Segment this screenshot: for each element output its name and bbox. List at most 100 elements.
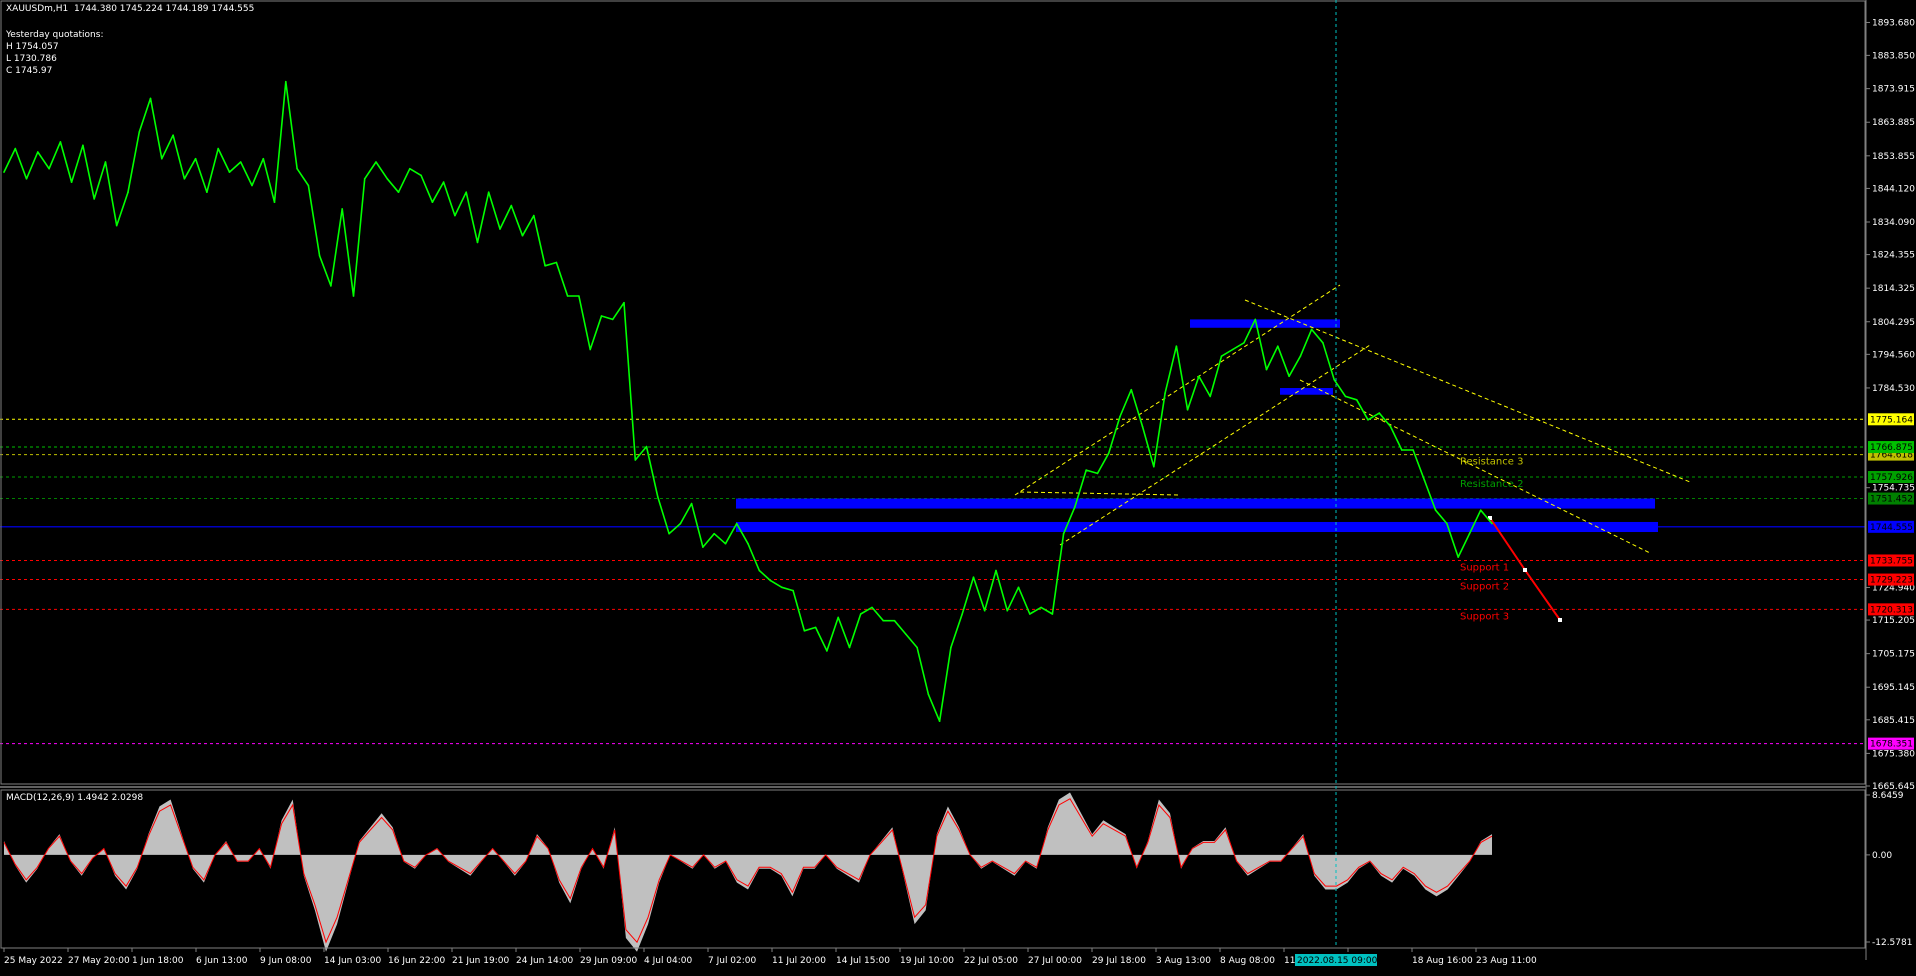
price-point [228, 171, 231, 173]
price-point [566, 295, 569, 297]
projection-point[interactable] [1558, 618, 1562, 622]
price-point [194, 157, 197, 160]
price-point [555, 261, 558, 264]
yesterday-low: L 1730.786 [6, 54, 57, 64]
price-point [1198, 375, 1200, 378]
price-point [1175, 345, 1178, 348]
price-point [442, 181, 445, 183]
price-point [1265, 368, 1268, 371]
level-price-tag-label: 1751.452 [1870, 495, 1913, 505]
price-point [318, 255, 321, 257]
price-point [487, 191, 490, 193]
level-price-tag-label: 1720.313 [1870, 605, 1913, 615]
level-price-tag-label: 1757.926 [1870, 473, 1913, 483]
yesterday-quotations-title: Yesterday quotations: [6, 30, 104, 40]
supply-demand-zone[interactable] [1190, 319, 1340, 328]
price-point [1389, 425, 1392, 428]
y-tick-label: 1685.415 [1872, 716, 1915, 726]
price-point [578, 295, 580, 297]
y-tick-label: 1675.380 [1872, 749, 1915, 759]
price-point [600, 315, 603, 317]
price-point [995, 569, 997, 572]
price-point [1130, 388, 1133, 391]
price-point [1434, 509, 1437, 512]
price-point [916, 646, 918, 649]
x-tick-label: 4 Jul 04:00 [644, 956, 693, 966]
y-tick-label: 1883.850 [1872, 51, 1915, 61]
y-tick-label: 1715.205 [1872, 616, 1915, 626]
y-tick-label: 1824.355 [1872, 251, 1915, 261]
price-point [1491, 522, 1493, 525]
x-tick-label: 14 Jul 15:00 [836, 956, 890, 966]
yesterday-high: H 1754.057 [6, 42, 59, 52]
price-point [161, 157, 163, 160]
price-point [679, 522, 682, 525]
price-point [1006, 609, 1009, 612]
price-point [1029, 613, 1031, 615]
price-point [1310, 328, 1313, 331]
price-point [690, 502, 693, 505]
y-tick-label: 1853.855 [1872, 152, 1915, 162]
price-point [93, 198, 95, 200]
level-label: Resistance 2 [1460, 479, 1523, 490]
price-point [1367, 419, 1369, 421]
x-tick-label: 8 Aug 08:00 [1220, 956, 1275, 966]
y-tick-label: 1784.530 [1872, 384, 1915, 394]
price-point [1141, 425, 1144, 428]
price-point [1299, 355, 1302, 358]
level-price-tag-label: 1766.875 [1870, 443, 1913, 453]
price-point [544, 265, 546, 267]
price-point [724, 542, 727, 545]
y-tick-label: 1893.680 [1872, 18, 1915, 28]
price-point [1220, 355, 1223, 358]
x-tick-label: 1 Jun 18:00 [132, 956, 184, 966]
price-point [792, 589, 794, 592]
price-point [1468, 532, 1471, 535]
yesterday-close: C 1745.97 [6, 66, 53, 76]
price-point [431, 201, 434, 203]
price-point [611, 318, 614, 321]
projection-point[interactable] [1523, 568, 1527, 572]
price-point [1288, 375, 1290, 378]
x-tick-label: 19 Jul 10:00 [900, 956, 954, 966]
x-tick-label: 9 Jun 08:00 [260, 956, 312, 966]
supply-demand-zone[interactable] [736, 521, 1658, 533]
price-point [409, 167, 411, 170]
price-point [307, 184, 310, 187]
price-point [37, 151, 39, 153]
x-tick-label: 27 Jul 00:00 [1028, 956, 1082, 966]
x-tick-label: 29 Jun 09:00 [580, 956, 637, 966]
chart-canvas[interactable]: Resistance 3Resistance 2Resistance 1Supp… [0, 0, 1916, 972]
price-point [375, 161, 377, 163]
price-point [623, 301, 625, 304]
price-point [115, 224, 118, 227]
price-point [1412, 449, 1414, 451]
x-tick-label: 18 Aug 16:00 [1412, 956, 1473, 966]
price-point [871, 606, 873, 609]
price-point [702, 546, 704, 548]
supply-demand-zone[interactable] [736, 498, 1655, 509]
price-point [1378, 412, 1381, 414]
price-point [499, 228, 501, 230]
supply-demand-zone[interactable] [1280, 388, 1333, 395]
level-price-tag-label: 1775.164 [1870, 415, 1913, 425]
y-tick-label: 1844.120 [1872, 184, 1915, 194]
x-tick-label: 3 Aug 13:00 [1156, 956, 1211, 966]
price-point [950, 646, 952, 649]
price-point [1423, 479, 1426, 481]
symbol-info: XAUUSDm,H1 1744.380 1745.224 1744.189 17… [6, 4, 255, 14]
price-point [905, 633, 907, 635]
price-point [758, 569, 761, 572]
price-point [476, 241, 479, 244]
price-point [927, 693, 930, 696]
price-point [1186, 409, 1189, 411]
y-tick-label: 1794.560 [1872, 350, 1915, 360]
chart-window[interactable]: Resistance 3Resistance 2Resistance 1Supp… [0, 0, 1916, 972]
price-point [510, 204, 513, 207]
y-tick-label: 1863.885 [1872, 118, 1915, 128]
price-point [25, 178, 28, 180]
y-tick-label: 1754.735 [1872, 484, 1915, 494]
price-point [859, 613, 862, 615]
price-point [273, 201, 276, 203]
y-tick-label: 1705.175 [1872, 650, 1915, 660]
